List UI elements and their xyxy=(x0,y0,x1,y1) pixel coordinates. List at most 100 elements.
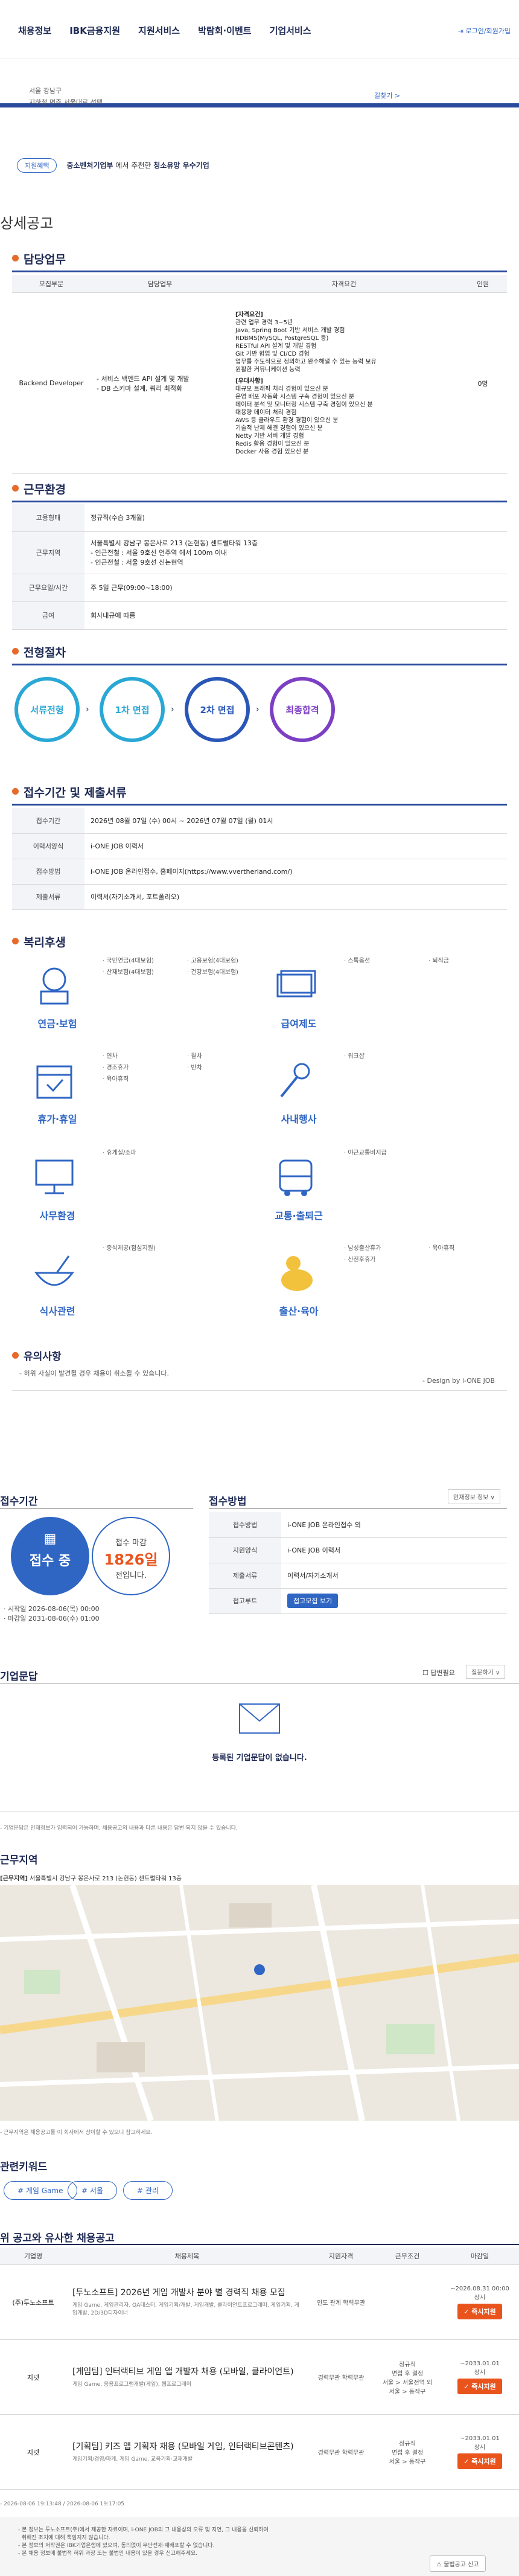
benefit-card: 교통·출퇴근 야근교통비지급 xyxy=(266,1147,507,1238)
process-step-2: 1차 면접 xyxy=(100,677,165,742)
remain-suffix: 전입니다. xyxy=(115,1571,147,1580)
period-title: 접수기간 xyxy=(0,1496,38,1508)
benefit-list: 휴게실/소파 xyxy=(103,1147,260,1156)
location-note: - 근무지역은 채용공고를 이 회사에서 상이할 수 있으니 참고하세요. xyxy=(0,2130,153,2136)
row-value: 서울특별시 강남구 봉은사로 213 (논현동) 센트럴타워 13층 - 인근전… xyxy=(84,531,507,574)
report-button[interactable]: ⚠ 불법공고 신고 xyxy=(430,2555,486,2572)
row-label: 근무지역 xyxy=(12,531,84,574)
menu-item-support[interactable]: 지원서비스 xyxy=(138,24,180,37)
table-row: 근무지역 서울특별시 강남구 봉은사로 213 (논현동) 센트럴타워 13층 -… xyxy=(12,531,507,574)
qna-select[interactable]: 질문하기 ∨ xyxy=(466,1665,506,1679)
company-info-strip: 서울 강남구 지하철 면주 서울대로 선택 길찾기 > xyxy=(0,59,519,107)
benefit-list: 국민연금(4대보험) 고용보험(4대보험) 산재보험(4대보험) 건강보험(4대보험) xyxy=(103,955,260,976)
login-icon: ⇥ xyxy=(457,27,466,35)
duties-header: 인원 xyxy=(459,275,507,293)
sme-ministry: 중소벤처기업부 xyxy=(66,161,113,170)
duties-header: 담당업무 xyxy=(91,275,229,293)
remain-days: 1826일 xyxy=(104,1551,158,1568)
job-title-link[interactable]: [투노소프트] 2026년 게임 개발사 분야 별 경력직 채용 모집 xyxy=(72,2288,302,2298)
start-date: · 시작일 2026-08-06(목) 00:00 xyxy=(4,1605,100,1613)
directions-link[interactable]: 길찾기 > xyxy=(374,91,400,100)
answer-needed-checkbox[interactable]: ☐ 답변필요 xyxy=(422,1668,455,1677)
apply-period-title: 접수기간 및 제출서류 xyxy=(12,784,127,800)
table-row: 이력서양식 i-ONE JOB 이력서 xyxy=(12,833,507,859)
process-step-4: 최종합격 xyxy=(270,677,335,742)
benefit-card: 출산·육아 남성출산휴가 육아휴직산전후휴가 xyxy=(266,1243,507,1333)
login-link[interactable]: ⇥ 로그인/회원가입 xyxy=(458,26,511,36)
section-dot-icon xyxy=(12,938,19,944)
top-navigation: 채용정보 IBK금융지원 지원서비스 박람회·이벤트 기업서비스 ⇥ 로그인/회… xyxy=(0,0,519,59)
job-qualification: 인도 관계 학력무관 xyxy=(308,2264,374,2340)
menu-item-company[interactable]: 기업서비스 xyxy=(270,24,311,37)
apply-now-button[interactable]: ✓ 즉시지원 xyxy=(457,2378,502,2394)
location-title: 근무지역 xyxy=(0,1854,38,1866)
benefit-list: 스톡옵션 퇴직금 xyxy=(344,955,501,964)
row-value: i-ONE JOB 온라인접수, 홈페이지(https://www.vverth… xyxy=(84,859,507,885)
job-title-link[interactable]: [게임팀] 인터랙티브 게임 앱 개발자 채용 (모바일, 클라이언트) xyxy=(72,2367,302,2377)
salary-icon xyxy=(272,961,320,1010)
job-title-link[interactable]: [기획팀] 키즈 앱 기획자 채용 (모바일 게임, 인터랙티브콘텐츠) xyxy=(72,2442,302,2452)
benefit-name: 사내행사 xyxy=(281,1113,317,1125)
benefit-name: 연금·보험 xyxy=(37,1018,77,1030)
education-icon xyxy=(272,1057,320,1105)
benefit-list: 워크샵 xyxy=(344,1051,501,1060)
benefit-item: 남성출산휴가 xyxy=(344,1243,416,1252)
footer-lines: - 본 정보는 투노소프트(주)에서 제공한 자료이며, i-ONE JOB의 … xyxy=(18,2526,269,2558)
menu-item-ibk[interactable]: IBK금융지원 xyxy=(69,24,120,37)
table-header: 기업명 xyxy=(0,2248,66,2265)
row-label: 제출서류 xyxy=(12,884,84,910)
pref-list: 대규모 트래픽 처리 경험이 있으신 분 운영 배포 자동화 시스템 구축 경험… xyxy=(235,385,373,455)
company-name[interactable]: 지넷 xyxy=(0,2339,66,2415)
req-heading: [자격요건] xyxy=(235,311,263,318)
table-row: 고용형태 정규직(수습 3개월) xyxy=(12,504,507,532)
table-row: 제출서류 이력서/자기소개서 xyxy=(209,1563,507,1589)
company-name[interactable]: 지넷 xyxy=(0,2414,66,2490)
benefit-list: 야근교통비지급 xyxy=(344,1147,501,1156)
qna-empty-text: 등록된 기업문답이 없습니다. xyxy=(212,1754,307,1763)
row-value: i-ONE JOB 온라인접수 외 xyxy=(281,1512,507,1538)
table-row: 급여 회사내규에 따름 xyxy=(12,601,507,630)
map[interactable] xyxy=(0,1885,519,2121)
divider xyxy=(12,664,507,665)
view-recruit-button[interactable]: 접고모집 보기 xyxy=(287,1594,339,1608)
chevron-right-icon: › xyxy=(171,705,174,714)
benefit-item: 고용보험(4대보험) xyxy=(187,955,260,964)
office-icon xyxy=(30,1153,78,1202)
benefit-pill: 지원혜택 xyxy=(17,158,57,173)
keyword-tag[interactable]: # 관리 xyxy=(123,2181,173,2200)
row-label: 근무요일/시간 xyxy=(12,574,84,602)
duties-task: - 서비스 백엔드 API 설계 및 개발 - DB 스키마 설계, 쿼리 최적… xyxy=(91,292,229,474)
benefit-name: 휴가·휴일 xyxy=(37,1113,77,1125)
duties-header: 모집부문 xyxy=(12,275,91,293)
duties-header: 자격요건 xyxy=(229,275,459,293)
keyword-tag[interactable]: # 서울 xyxy=(68,2181,117,2200)
menu-item-jobs[interactable]: 채용정보 xyxy=(18,24,51,37)
row-value: 이력서/자기소개서 xyxy=(281,1563,507,1589)
benefit-item: 육아휴직 xyxy=(103,1074,175,1083)
end-date: · 마감일 2031-08-06(수) 01:00 xyxy=(4,1615,100,1623)
apply-now-button[interactable]: ✓ 즉시지원 xyxy=(457,2303,502,2319)
benefit-name: 사무환경 xyxy=(39,1210,75,1222)
job-qualification: 경력무관 학력무관 xyxy=(308,2414,374,2490)
job-condition xyxy=(374,2264,441,2340)
method-title: 접수방법 xyxy=(209,1496,247,1508)
map-graphic xyxy=(0,1885,519,2121)
benefit-item: 산재보험(4대보험) xyxy=(103,967,175,976)
keyword-tag[interactable]: # 게임 Game xyxy=(4,2181,77,2200)
check-icon: ✓ xyxy=(463,2382,472,2391)
benefit-card: 사내행사 워크샵 xyxy=(266,1051,507,1141)
talent-info-button[interactable]: 인재정보 정보 ∨ xyxy=(448,1489,500,1504)
footer-line: - 본 정보는 투노소프트(주)에서 제공한 자료이며, i-ONE JOB의 … xyxy=(18,2527,269,2533)
menu-item-events[interactable]: 박람회·이벤트 xyxy=(198,24,252,37)
job-qualification: 경력무관 학력무관 xyxy=(308,2339,374,2415)
qna-foot: - 기업문답은 인재정보가 입력되어 가능하며, 채용공고의 내용과 다른 내용… xyxy=(0,1825,238,1831)
benefit-card: 사무환경 휴게실/소파 xyxy=(24,1147,266,1238)
company-name[interactable]: (주)투노소프트 xyxy=(0,2264,66,2340)
apply-now-button[interactable]: ✓ 즉시지원 xyxy=(457,2453,502,2469)
benefit-item: 국민연금(4대보험) xyxy=(103,955,175,964)
similar-meta: - 2026-08-06 19:13:48 / 2026-08-06 19:17… xyxy=(0,2501,125,2507)
footer: - 본 정보는 투노소프트(주)에서 제공한 자료이며, i-ONE JOB의 … xyxy=(0,2517,519,2576)
row-value: 주 5일 근무(09:00~18:00) xyxy=(84,574,507,602)
divider xyxy=(12,1390,507,1391)
benefit-item: 반차 xyxy=(187,1062,260,1071)
